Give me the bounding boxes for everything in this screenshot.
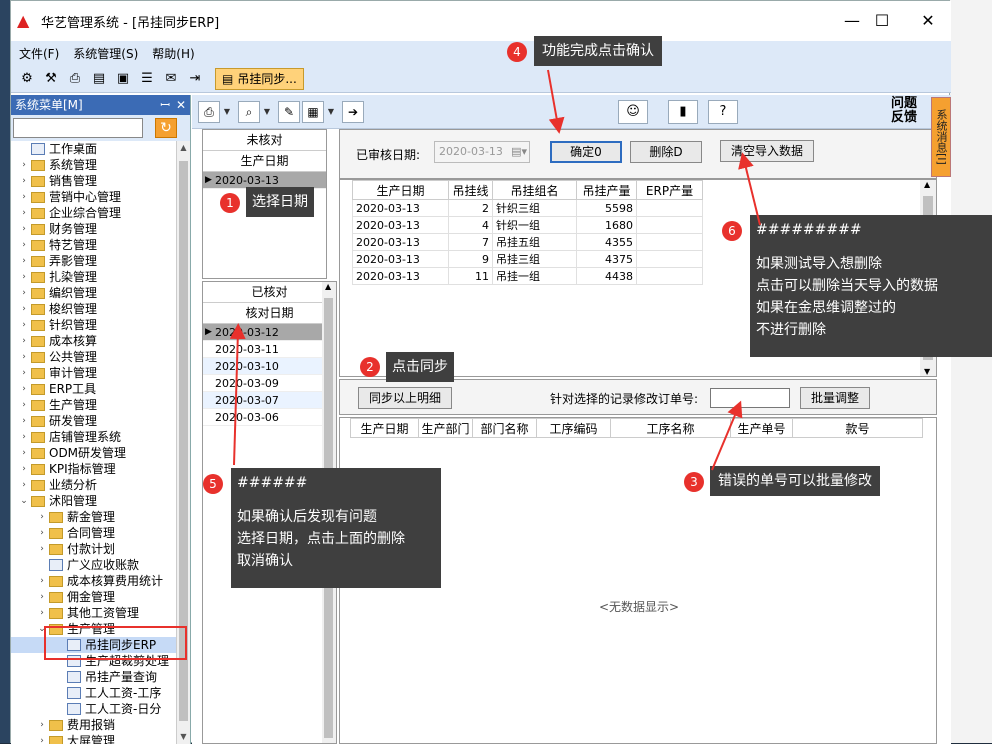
- annotation-arrows: [0, 0, 992, 743]
